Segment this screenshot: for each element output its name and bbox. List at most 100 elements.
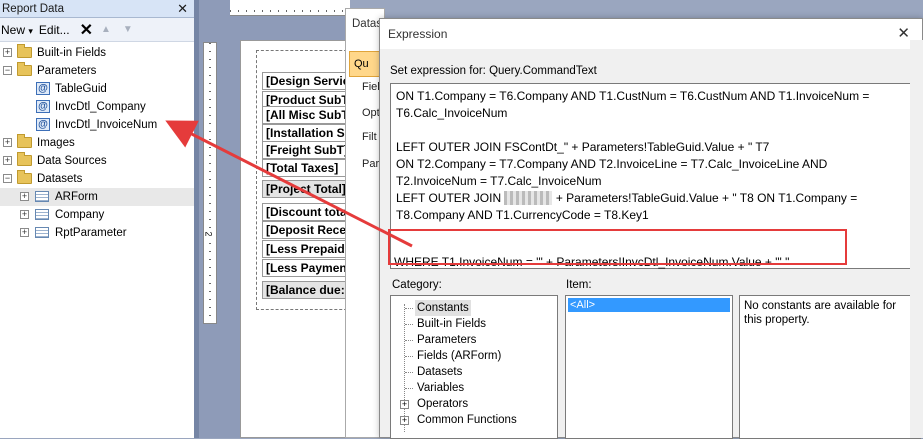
- category-constants[interactable]: Constants: [415, 300, 471, 316]
- category-built-in-fields[interactable]: Built-in Fields: [417, 316, 486, 332]
- tree-guide: [405, 340, 413, 341]
- item-label: Item:: [566, 279, 592, 291]
- close-icon[interactable]: ✕: [897, 19, 910, 49]
- expand-icon[interactable]: +: [20, 210, 29, 219]
- tree-guide: [405, 308, 413, 309]
- tree-item-label: RptParameter: [55, 227, 127, 239]
- expression-line: T8.Company AND T1.CurrencyCode = T8.Key1: [396, 208, 649, 222]
- tree-item-rptparameter[interactable]: + RptParameter: [0, 224, 194, 242]
- expand-icon[interactable]: +: [3, 138, 12, 147]
- report-textbox[interactable]: [Installation S: [262, 124, 352, 142]
- tree-item-data-sources[interactable]: + Data Sources: [0, 152, 194, 170]
- highlight-box: [388, 229, 847, 265]
- edit-button[interactable]: Edit...: [39, 23, 70, 37]
- tree-item-label: ARForm: [55, 191, 98, 203]
- tree-item-invcdtl-company[interactable]: @ InvcDtl_Company: [0, 98, 194, 116]
- chevron-down-icon: ▾: [28, 25, 33, 36]
- tree-item-label: Parameters: [37, 65, 97, 77]
- tree-item-datasets[interactable]: − Datasets: [0, 170, 194, 188]
- item-list[interactable]: <All>: [565, 295, 733, 439]
- dialog-titlebar: Expression ✕: [380, 19, 922, 49]
- collapse-icon[interactable]: −: [3, 66, 12, 75]
- dataset-table-icon: [35, 227, 49, 238]
- tree-item-label: Built-in Fields: [37, 47, 107, 59]
- category-tree[interactable]: Constants Built-in Fields Parameters Fie…: [390, 295, 558, 439]
- new-label: New: [1, 22, 26, 37]
- tree-item-label: Images: [37, 137, 75, 149]
- tab-filters[interactable]: Filt: [362, 131, 377, 143]
- tree-item-images[interactable]: + Images: [0, 134, 194, 152]
- expression-line: ON T1.Company = T6.Company AND T1.CustNu…: [396, 89, 870, 103]
- tree-guide: [405, 372, 413, 373]
- expand-icon[interactable]: +: [3, 156, 12, 165]
- category-operators[interactable]: Operators: [417, 396, 468, 412]
- report-textbox[interactable]: [Balance due:: [262, 281, 352, 299]
- category-variables[interactable]: Variables: [417, 380, 464, 396]
- folder-icon: [17, 44, 32, 58]
- ruler-mark: 2: [203, 231, 214, 237]
- open-folder-icon: [17, 170, 32, 184]
- expression-fragment: LEFT OUTER JOIN: [396, 191, 502, 205]
- tree-item-tableguid[interactable]: @ TableGuid: [0, 80, 194, 98]
- panel-title-text: Report Data: [2, 3, 65, 15]
- tree-item-built-in-fields[interactable]: + Built-in Fields: [0, 44, 194, 62]
- tree-guide: [405, 356, 413, 357]
- report-data-toolbar: New ▾ Edit... ✕ ▲ ▼: [0, 18, 194, 42]
- new-button[interactable]: New ▾: [1, 23, 33, 37]
- open-folder-icon: [17, 62, 32, 76]
- category-parameters[interactable]: Parameters: [417, 332, 476, 348]
- report-textbox[interactable]: [Deposit Rece: [262, 221, 352, 239]
- report-textbox[interactable]: [Design Servic: [262, 72, 352, 90]
- category-fields[interactable]: Fields (ARForm): [417, 348, 501, 364]
- parameter-icon: @: [36, 82, 50, 95]
- report-textbox[interactable]: [Freight SubT]: [262, 141, 352, 159]
- item-all[interactable]: <All>: [568, 298, 730, 312]
- parameter-icon: @: [36, 100, 50, 113]
- delete-icon[interactable]: ✕: [80, 20, 93, 40]
- tree-item-label: InvcDtl_InvoiceNum: [55, 119, 158, 131]
- expression-line: LEFT OUTER JOIN FSContDt_" + Parameters!…: [396, 140, 770, 154]
- redacted-text: xxxxxxxx: [504, 191, 553, 205]
- expression-line: T6.Calc_InvoiceNum: [396, 106, 508, 120]
- report-textbox[interactable]: [Discount tota: [262, 203, 352, 221]
- expand-icon[interactable]: +: [400, 400, 409, 409]
- description-pane: No constants are available for this prop…: [739, 295, 921, 439]
- parameter-icon: @: [36, 118, 50, 131]
- tree-guide: [405, 388, 413, 389]
- report-textbox[interactable]: [All Misc SubT: [262, 106, 352, 124]
- expression-line: T2.InvoiceNum = T7.Calc_InvoiceNum: [396, 174, 602, 188]
- tab-parameters[interactable]: Par: [362, 158, 379, 170]
- category-common-functions[interactable]: Common Functions: [417, 412, 517, 428]
- close-icon[interactable]: ✕: [177, 0, 188, 18]
- tab-fields[interactable]: Fiel: [362, 81, 380, 93]
- tree-item-company[interactable]: + Company: [0, 206, 194, 224]
- report-textbox[interactable]: [Less Paymen: [262, 259, 352, 277]
- category-label: Category:: [392, 279, 442, 291]
- category-datasets[interactable]: Datasets: [417, 364, 462, 380]
- report-textbox[interactable]: [Project Total]: [262, 180, 352, 198]
- expression-line: ON T2.Company = T7.Company AND T2.Invoic…: [396, 157, 828, 171]
- report-textbox[interactable]: [Less Prepaid: [262, 240, 352, 258]
- dataset-table-icon: [35, 209, 49, 220]
- expression-line: [396, 122, 908, 139]
- expression-line: LEFT OUTER JOIN xxxxxxxx + Parameters!Ta…: [396, 190, 908, 207]
- move-down-icon[interactable]: ▼: [123, 24, 133, 35]
- tree-item-label: InvcDtl_Company: [55, 101, 146, 113]
- expand-icon[interactable]: +: [400, 416, 409, 425]
- panel-title: Report Data ✕: [0, 0, 194, 18]
- expand-icon[interactable]: +: [20, 192, 29, 201]
- tree-item-arform[interactable]: + ARForm: [0, 188, 194, 206]
- tree-item-invcdtl-invoicenum[interactable]: @ InvcDtl_InvoiceNum: [0, 116, 194, 134]
- expand-icon[interactable]: +: [20, 228, 29, 237]
- expand-icon[interactable]: +: [3, 48, 12, 57]
- move-up-icon[interactable]: ▲: [101, 24, 111, 35]
- tab-options[interactable]: Opt: [362, 107, 380, 119]
- report-data-tree: + Built-in Fields − Parameters @ TableGu…: [0, 44, 194, 242]
- scrollbar[interactable]: [910, 40, 923, 438]
- tree-item-label: Company: [55, 209, 105, 221]
- tree-item-parameters[interactable]: − Parameters: [0, 62, 194, 80]
- report-textbox[interactable]: [Total Taxes]: [262, 159, 352, 177]
- report-data-panel: Report Data ✕ New ▾ Edit... ✕ ▲ ▼ + Buil…: [0, 0, 194, 438]
- folder-icon: [17, 152, 32, 166]
- collapse-icon[interactable]: −: [3, 174, 12, 183]
